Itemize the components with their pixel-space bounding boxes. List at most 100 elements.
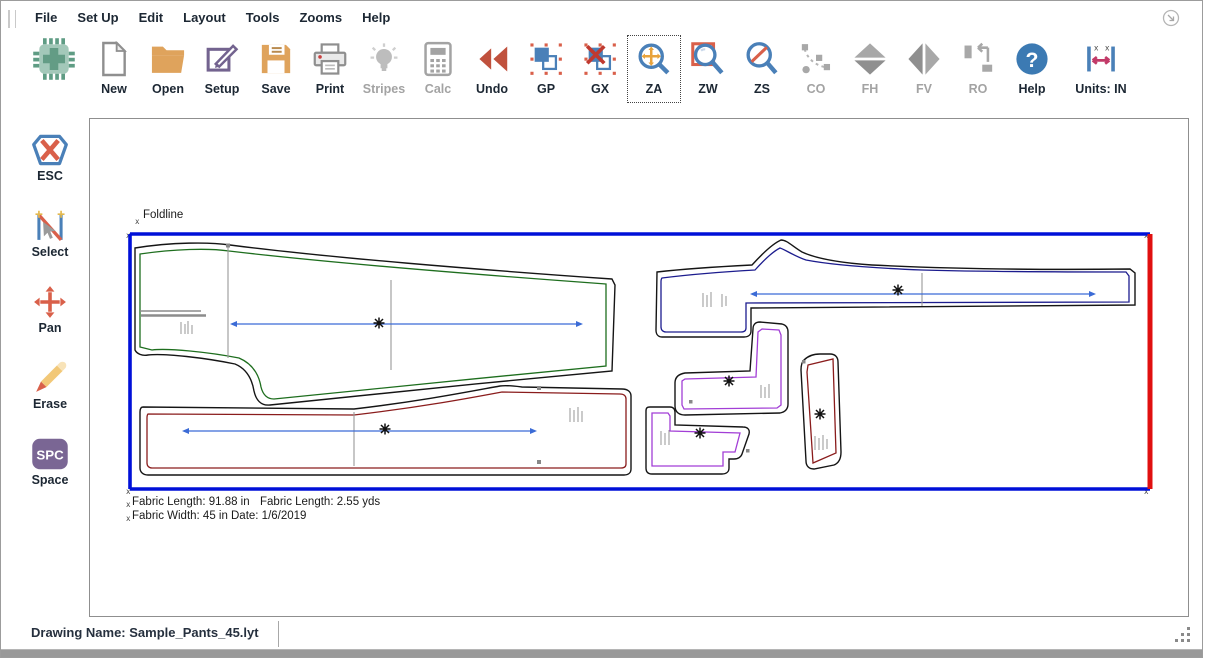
group-pieces-icon [529,42,563,76]
toolbar-fh-button[interactable]: FH [843,35,897,103]
fabric-width: Fabric Width: 45 in [132,510,228,522]
window-bottom-edge [1,649,1202,657]
new-document-icon [98,41,130,77]
svg-text:x: x [126,514,131,523]
menu-setup[interactable]: Set Up [67,7,128,28]
open-folder-icon [149,42,187,76]
toolbar-button-label: Calc [411,82,465,96]
toolbar-fv-button[interactable]: FV [897,35,951,103]
svg-text:x: x [135,217,140,226]
sidebar-pan-tool[interactable]: Pan [15,283,85,339]
toolbar-button-label: Save [249,82,303,96]
svg-text:SPC: SPC [36,448,64,463]
zoom-all-icon [636,41,672,77]
fabric-stats: Fabric Length: 91.88 in Fabric Length: 2… [132,496,380,522]
fabric-boundary [130,234,1150,489]
save-floppy-icon [259,42,293,76]
toolbar-button-label: Setup [195,82,249,96]
zoom-window-icon [690,41,726,77]
toolbar-app-button[interactable] [21,35,87,103]
pattern-piece-pants-front[interactable] [135,243,615,405]
sidebar-space-tool[interactable]: SPC Space [15,435,85,491]
sidebar-esc-tool[interactable]: ESC [15,131,85,187]
collapse-ribbon-button[interactable] [1162,9,1180,27]
seam-dot [537,460,541,464]
grain-asterisk [893,285,904,296]
setup-pencil-icon [204,41,240,77]
toolbar-button-label: Print [303,82,357,96]
toolbar-stripes-button[interactable]: Stripes [357,35,411,103]
toolbar-button-label: ZW [681,82,735,96]
zoom-scale-icon [744,41,780,77]
menu-help[interactable]: Help [352,7,400,28]
menu-zooms[interactable]: Zooms [289,7,352,28]
toolbar-ro-button[interactable]: RO [951,35,1005,103]
piece-annotation-marks [140,311,206,334]
pattern-piece-facing-1[interactable] [675,322,788,415]
toolbar-button-label: RO [951,82,1005,96]
grainline [182,428,537,434]
corner-x-markers: xxx xx xx [126,217,1149,523]
resize-grip-icon[interactable] [1172,627,1190,643]
piece-annotation-marks [570,407,582,422]
sidebar-select-tool[interactable]: Select [15,207,85,263]
app-chip-plus-icon [32,37,76,81]
grainline [750,291,1096,297]
pattern-piece-pants-back[interactable] [140,386,631,475]
toolbar-gx-button[interactable]: GX [573,35,627,103]
seam-dot [689,400,693,404]
select-icon [32,208,68,244]
app-window: File Set Up Edit Layout Tools Zooms Help [0,0,1203,658]
sidebar-tool-label: Pan [15,321,85,336]
pattern-piece-facing-2[interactable] [646,407,750,474]
toolbar-print-button[interactable]: Print [303,35,357,103]
seam-dot [537,386,541,390]
toolbar-new-button[interactable]: New [87,35,141,103]
toolbar-za-button[interactable]: ZA [627,35,681,103]
toolbar-calc-button[interactable]: Calc [411,35,465,103]
layout-canvas[interactable]: Foldline xxx xx xx [89,118,1189,617]
sidebar-tool-label: Erase [15,397,85,412]
pattern-piece-strip[interactable] [801,354,841,469]
collapse-arrow-icon [1162,9,1180,27]
layout-drawing: Foldline xxx xx xx [90,119,1188,616]
units-width-icon: x x [1081,41,1121,77]
tool-sidebar: ESC Select Pan [15,131,85,511]
pan-icon [32,284,68,320]
toolbar-help-button[interactable]: ? Help [1005,35,1059,103]
toolbar-zs-button[interactable]: ZS [735,35,789,103]
toolbar-save-button[interactable]: Save [249,35,303,103]
toolbar-undo-button[interactable]: Undo [465,35,519,103]
toolbar-gp-button[interactable]: GP [519,35,573,103]
svg-text:x: x [126,500,131,509]
grain-asterisk [815,409,826,420]
toolbar-button-label: Undo [465,82,519,96]
toolbar-zw-button[interactable]: ZW [681,35,735,103]
toolbar-button-label: Stripes [357,82,411,96]
menu-tools[interactable]: Tools [236,7,290,28]
svg-text:?: ? [1026,47,1039,71]
toolbar-units-button[interactable]: x x Units: IN [1059,35,1143,103]
flip-horizontal-icon [851,42,889,76]
svg-text:x: x [1094,42,1099,52]
printer-icon [312,42,348,76]
menu-edit[interactable]: Edit [129,7,174,28]
toolbar-open-button[interactable]: Open [141,35,195,103]
menu-file[interactable]: File [25,7,67,28]
sidebar-tool-label: Space [15,473,85,488]
grain-asterisk [374,318,385,329]
statusbar-separator [278,621,279,647]
toolbar-button-label: ZA [627,82,681,96]
toolbar-button-label: Help [1005,82,1059,96]
piece-annotation-marks [703,292,726,307]
piece-annotation-marks [761,384,769,398]
toolbar-co-button[interactable]: CO [789,35,843,103]
toolbar-button-label: GP [519,82,573,96]
fabric-length-yds: Fabric Length: 2.55 yds [260,496,380,508]
menu-layout[interactable]: Layout [173,7,236,28]
toolbar-button-label: Units: IN [1059,82,1143,96]
sidebar-erase-tool[interactable]: Erase [15,359,85,415]
rotate-icon [961,42,995,76]
pattern-piece-waistband[interactable] [656,240,1135,337]
toolbar-setup-button[interactable]: Setup [195,35,249,103]
